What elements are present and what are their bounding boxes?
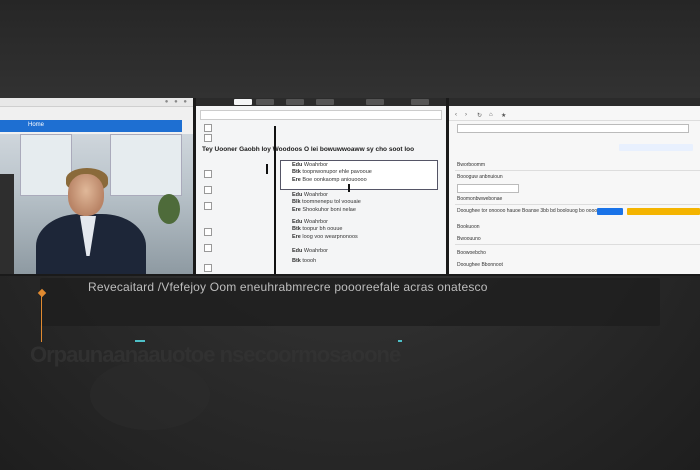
row-text: Woahrbor — [303, 162, 328, 168]
tab-active[interactable] — [234, 99, 252, 105]
tab[interactable] — [316, 99, 334, 105]
row-tag: Ere — [292, 177, 301, 183]
bookmark-icon[interactable]: ★ — [501, 112, 506, 119]
tab[interactable] — [411, 99, 429, 105]
row-text: Woahrbor — [303, 248, 328, 254]
office-window — [20, 134, 72, 196]
row-tag: Edu — [292, 162, 303, 168]
row-tag: Edu — [292, 219, 303, 225]
pointer-icon — [348, 184, 350, 192]
list-item[interactable]: Edu Woahrbor — [292, 192, 328, 198]
checkbox[interactable] — [204, 202, 212, 210]
list-item[interactable]: Ere Boe oonkaomp aniouoooo — [292, 177, 367, 183]
list-item[interactable]: Btk toopnwonupor ehle pavooue — [292, 169, 372, 175]
list-item[interactable]: Btk toopur bh oouue — [292, 226, 342, 232]
row-text: Shookuhor boni nelae — [302, 207, 356, 213]
row-text: toooh — [302, 258, 317, 264]
tab[interactable] — [366, 99, 384, 105]
background-shadow — [90, 360, 210, 430]
row-text: loog voo wearpnonoos — [302, 234, 358, 240]
background-text: Orpaunaanaauotoe nsecoormosaoone — [30, 342, 401, 367]
background-top — [0, 0, 700, 98]
person-head — [68, 174, 104, 216]
video-header-bar: Home — [0, 120, 182, 132]
checkbox[interactable] — [204, 228, 212, 236]
settings-row[interactable]: Bookuoon — [457, 224, 480, 230]
settings-row[interactable]: Boowoebcho — [457, 250, 486, 256]
settings-input[interactable] — [457, 184, 519, 193]
door-frame — [0, 174, 14, 274]
checkbox[interactable] — [204, 244, 212, 252]
list-item[interactable]: Edu Woahrbor — [292, 162, 328, 168]
text-cursor-icon — [274, 126, 276, 274]
divider — [455, 244, 700, 245]
list-item[interactable]: Edu Woahrbor — [292, 219, 328, 225]
settings-row[interactable]: Dooughee Bbonnoot — [457, 262, 503, 268]
document-title: Tey Uooner Gaobh loy Woodoos O lei bowuw… — [202, 146, 415, 153]
office-window — [110, 134, 182, 196]
list-item[interactable]: Ere Shookuhor boni nelae — [292, 207, 356, 213]
refresh-icon[interactable]: ↻ — [477, 112, 482, 119]
video-header-label[interactable]: Home — [28, 122, 44, 128]
url-field[interactable] — [457, 124, 689, 133]
list-item[interactable]: Blk toomnenepu tol voouaie — [292, 199, 361, 205]
settings-toolbar: ‹ › ↻ ⌂ ★ — [449, 110, 700, 121]
list-item[interactable]: Btk toooh — [292, 258, 316, 264]
video-feed[interactable] — [0, 134, 193, 274]
pointer-icon — [266, 164, 268, 174]
timeline-line — [41, 296, 42, 342]
address-bar[interactable] — [200, 110, 442, 120]
list-item[interactable]: Edu Woahrbor — [292, 248, 328, 254]
row-tag: Btk — [292, 169, 301, 175]
document-tabbar — [196, 98, 446, 106]
settings-row[interactable]: Boomonbwwebonae — [457, 196, 502, 202]
home-icon[interactable]: ⌂ — [489, 112, 493, 118]
checkbox[interactable] — [204, 264, 212, 272]
row-tag: Ere — [292, 207, 301, 213]
row-tag: Ere — [292, 234, 301, 240]
settings-row[interactable]: Bwoouuno — [457, 236, 481, 242]
list-item[interactable]: Ere loog voo wearpnonoos — [292, 234, 358, 240]
settings-panel: ‹ › ↻ ⌂ ★ Bworboomm Boooguw anbnuioun Bo… — [449, 98, 700, 274]
forward-icon[interactable]: › — [465, 112, 467, 118]
settings-row[interactable]: Boooguw anbnuioun — [457, 174, 503, 180]
settings-tabbar — [449, 98, 700, 106]
row-tag: Btk — [292, 226, 301, 232]
row-text: toomnenepu tol voouaie — [302, 199, 361, 205]
row-tag: Blk — [292, 199, 301, 205]
window-controls-icon[interactable]: ● ● ● — [165, 99, 189, 105]
plant — [158, 194, 180, 224]
row-text: toopur bh oouue — [302, 226, 343, 232]
primary-button[interactable] — [597, 208, 623, 215]
warning-button[interactable] — [627, 208, 700, 215]
tab[interactable] — [256, 99, 274, 105]
row-tag: Edu — [292, 248, 303, 254]
back-icon[interactable]: ‹ — [455, 112, 457, 118]
checkbox[interactable] — [204, 134, 212, 142]
divider — [455, 204, 700, 205]
checkbox[interactable] — [204, 124, 212, 132]
video-window-titlebar: ● ● ● — [0, 98, 193, 107]
row-text: Woahrbor — [303, 219, 328, 225]
video-panel: ● ● ● Home — [0, 98, 193, 274]
row-text: Boe oonkaomp aniouoooo — [302, 177, 367, 183]
settings-notice: Dooughee tor onoooo hauoe Boanse 3bb bd … — [457, 208, 608, 214]
checkbox[interactable] — [204, 186, 212, 194]
checkbox[interactable] — [204, 170, 212, 178]
row-tag: Edu — [292, 192, 303, 198]
document-panel: Tey Uooner Gaobh loy Woodoos O lei bowuw… — [196, 98, 446, 274]
caption-text: Revecaitard /Vfefejoy Oom eneuhrabmrecre… — [88, 280, 488, 294]
info-button[interactable] — [619, 144, 693, 151]
divider — [455, 170, 700, 171]
row-text: toopnwonupor ehle pavooue — [302, 169, 372, 175]
row-text: Woahrbor — [303, 192, 328, 198]
row-tag: Btk — [292, 258, 301, 264]
tab[interactable] — [286, 99, 304, 105]
settings-row[interactable]: Bworboomm — [457, 162, 485, 168]
